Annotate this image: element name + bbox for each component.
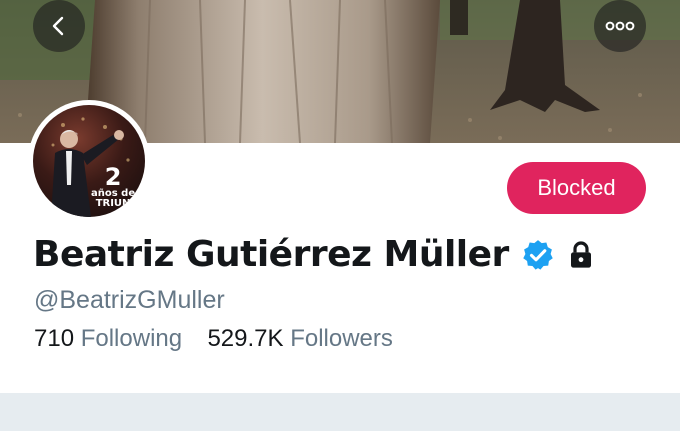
chevron-left-icon: [52, 16, 64, 36]
section-divider: [0, 393, 680, 431]
more-options-button[interactable]: [594, 0, 646, 52]
following-link[interactable]: 710 Following: [34, 325, 189, 352]
followers-link[interactable]: 529.7K Followers: [207, 325, 392, 352]
following-label: Following: [80, 325, 183, 352]
avatar-badge: 2 años de TRIUN: [91, 165, 135, 209]
avatar-image: 2 años de TRIUN: [33, 105, 145, 217]
profile-name-row: Beatriz Gutiérrez Müller: [33, 234, 597, 275]
avatar[interactable]: 2 años de TRIUN: [28, 100, 150, 222]
ellipsis-icon: [605, 21, 635, 31]
profile-handle: @BeatrizGMuller: [34, 286, 225, 314]
display-name: Beatriz Gutiérrez Müller: [33, 234, 509, 275]
avatar-badge-text: TRIUN: [95, 198, 131, 209]
followers-label: Followers: [290, 325, 393, 352]
back-button[interactable]: [33, 0, 85, 52]
follow-stats: 710 Following 529.7K Followers: [34, 325, 393, 353]
followers-count: 529.7K: [207, 325, 284, 352]
blocked-button[interactable]: Blocked: [507, 162, 646, 214]
avatar-badge-number: 2: [104, 163, 122, 191]
following-count: 710: [34, 325, 75, 352]
verified-badge-icon: [523, 239, 553, 270]
lock-icon: [570, 240, 591, 268]
